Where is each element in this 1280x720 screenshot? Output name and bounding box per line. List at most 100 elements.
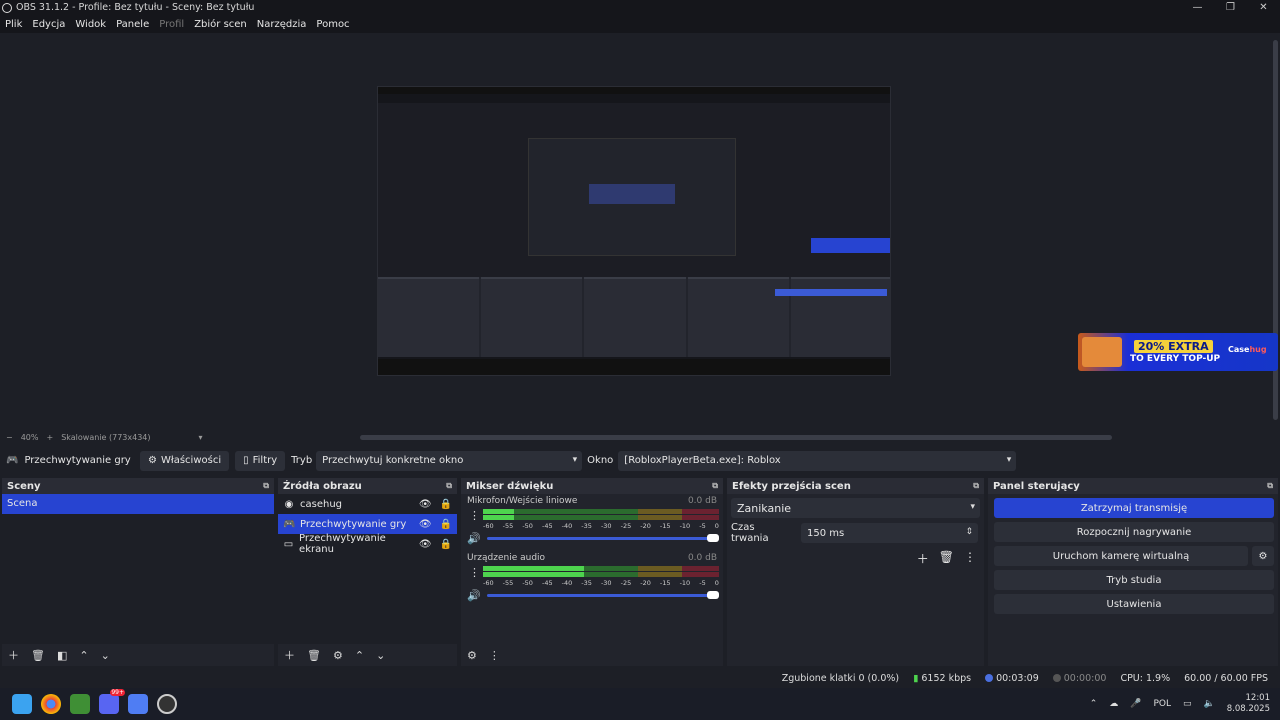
casehug-ad-overlay: 20% EXTRA TO EVERY TOP-UP Casehug (1078, 333, 1278, 371)
volume-slider[interactable] (486, 533, 719, 542)
eye-icon[interactable]: 👁 (419, 499, 432, 510)
microphone-icon[interactable]: 🎤 (1130, 699, 1141, 709)
virtual-camera-settings-button[interactable]: ⚙ (1252, 546, 1274, 566)
move-down-icon[interactable]: ⌄ (101, 649, 110, 662)
stop-streaming-button[interactable]: Zatrzymaj transmisję (994, 498, 1274, 518)
transition-menu-icon[interactable]: ⋮ (964, 550, 976, 567)
roblox-icon[interactable] (128, 694, 148, 714)
minecraft-icon[interactable] (70, 694, 90, 714)
obs-taskbar-icon[interactable] (157, 694, 177, 714)
track-menu-icon[interactable]: ⋮ (469, 509, 480, 522)
bitrate: ▮ 6152 kbps (913, 672, 972, 684)
controls-title: Panel sterujący (993, 480, 1080, 492)
preview-horizontal-scrollbar[interactable] (360, 435, 1112, 440)
move-up-icon[interactable]: ⌃ (355, 649, 364, 662)
gear-icon: ⚙ (148, 455, 157, 466)
duration-input[interactable]: 150 ms ⇕ (800, 523, 978, 543)
properties-button[interactable]: ⚙ Właściwości (140, 450, 230, 471)
zoom-value: 40% (20, 432, 39, 442)
mixer-settings-icon[interactable]: ⚙ (467, 649, 477, 662)
settings-button[interactable]: Ustawienia (994, 594, 1274, 614)
menu-edit[interactable]: Edycja (27, 19, 70, 30)
undock-icon[interactable]: ⧉ (973, 481, 979, 491)
menu-help[interactable]: Pomoc (311, 19, 354, 30)
move-up-icon[interactable]: ⌃ (79, 649, 88, 662)
meter-tick-label: -60 (483, 579, 494, 587)
scene-filters-icon[interactable]: ◧ (57, 649, 67, 662)
meter-tick-label: -30 (600, 522, 612, 530)
chevron-down-icon: ▾ (970, 502, 975, 512)
menu-profile[interactable]: Profil (154, 19, 189, 30)
minimize-button[interactable]: — (1181, 2, 1214, 13)
volume-slider[interactable] (486, 590, 719, 599)
source-item-display-capture[interactable]: ▭ Przechwytywanie ekranu 👁 🔒 (278, 533, 457, 555)
window-title: OBS 31.1.2 - Profile: Bez tytułu - Sceny… (16, 2, 255, 13)
remove-source-icon[interactable]: 🗑 (307, 649, 321, 662)
stream-icon (985, 674, 994, 682)
remove-scene-icon[interactable]: 🗑 (31, 649, 45, 662)
start-recording-button[interactable]: Rozpocznij nagrywanie (994, 522, 1274, 542)
maximize-button[interactable]: ❐ (1214, 2, 1247, 13)
meter-tick-label: -15 (659, 522, 671, 530)
windows-start-icon[interactable] (12, 694, 32, 714)
add-source-icon[interactable]: ＋ (284, 647, 295, 663)
lock-icon[interactable]: 🔒 (440, 539, 452, 550)
eye-icon[interactable]: 👁 (419, 539, 432, 550)
mode-label: Tryb (291, 455, 313, 466)
lock-icon[interactable]: 🔒 (440, 519, 452, 530)
start-virtual-camera-button[interactable]: Uruchom kamerę wirtualną (994, 546, 1248, 566)
spin-icon[interactable]: ⇕ (965, 527, 973, 537)
clock[interactable]: 12:01 8.08.2025 (1227, 693, 1270, 715)
meter-tick-label: -60 (483, 522, 494, 530)
undock-icon[interactable]: ⧉ (712, 481, 718, 491)
menu-view[interactable]: Widok (70, 19, 111, 30)
source-item-game-capture[interactable]: 🎮 Przechwytywanie gry 👁 🔒 (278, 514, 457, 534)
meter-tick-label: -5 (699, 579, 706, 587)
add-transition-icon[interactable]: ＋ (917, 550, 929, 567)
network-icon[interactable]: ▭ (1183, 699, 1192, 709)
audio-mixer-dock: Mikser dźwięku ⧉ Mikrofon/Wejście liniowe… (461, 478, 723, 666)
transitions-title: Efekty przejścia scen (732, 480, 851, 492)
menu-docks[interactable]: Panele (111, 19, 154, 30)
filters-button[interactable]: ▯ Filtry (235, 450, 286, 471)
menu-scene-collection[interactable]: Zbiór scen (189, 19, 252, 30)
discord-icon[interactable]: 99+ (99, 689, 125, 714)
move-down-icon[interactable]: ⌄ (376, 649, 385, 662)
tray-cloud-icon[interactable]: ☁ (1109, 699, 1118, 709)
speaker-icon[interactable]: 🔊 (467, 532, 481, 545)
nested-ad-overlay (811, 238, 890, 253)
lock-icon[interactable]: 🔒 (440, 499, 452, 510)
eye-icon[interactable]: 👁 (419, 519, 432, 530)
transition-select[interactable]: Zanikanie ▾ (731, 498, 980, 518)
language-indicator[interactable]: POL (1153, 699, 1171, 709)
source-settings-icon[interactable]: ⚙ (333, 649, 343, 662)
zoom-out-button[interactable]: − (6, 433, 13, 442)
menu-bar: Plik Edycja Widok Panele Profil Zbiór sc… (0, 15, 1280, 33)
mode-select[interactable]: Przechwytuj konkretne okno ▾ (316, 450, 583, 471)
mixer-menu-icon[interactable]: ⋮ (489, 649, 500, 662)
window-select[interactable]: [RobloxPlayerBeta.exe]: Roblox ▾ (618, 450, 1017, 471)
scene-item[interactable]: Scena (2, 494, 274, 514)
undock-icon[interactable]: ⧉ (446, 481, 452, 491)
close-button[interactable]: ✕ (1247, 2, 1280, 13)
chevron-down-icon[interactable]: ▾ (199, 433, 203, 442)
source-item-casehug[interactable]: ◉ casehug 👁 🔒 (278, 494, 457, 514)
track-menu-icon[interactable]: ⋮ (469, 566, 480, 579)
mixer-track: Urządzenie audio 0.0 dB ⋮ -60 -55 -50 -45 -40… (461, 551, 723, 602)
menu-file[interactable]: Plik (0, 19, 27, 30)
speaker-icon[interactable]: 🔊 (467, 589, 481, 602)
meter-tick-label: 0 (714, 579, 719, 587)
volume-icon[interactable]: 🔈 (1204, 699, 1215, 709)
add-scene-icon[interactable]: ＋ (8, 647, 19, 663)
remove-transition-icon[interactable]: 🗑 (939, 550, 954, 567)
undock-icon[interactable]: ⧉ (263, 481, 269, 491)
meter-tick-label: -5 (699, 522, 706, 530)
scaling-dropdown[interactable]: Skalowanie (773x434) (61, 433, 150, 442)
tray-chevron-up-icon[interactable]: ⌃ (1090, 699, 1098, 709)
studio-mode-button[interactable]: Tryb studia (994, 570, 1274, 590)
menu-tools[interactable]: Narzędzia (252, 19, 312, 30)
meter-scale: -60 -55 -50 -45 -40 -35 -30 -25 -20 -15 -10 -5 0 (483, 579, 719, 587)
chrome-icon[interactable] (41, 694, 61, 714)
zoom-in-button[interactable]: + (46, 433, 53, 442)
undock-icon[interactable]: ⧉ (1267, 481, 1273, 491)
